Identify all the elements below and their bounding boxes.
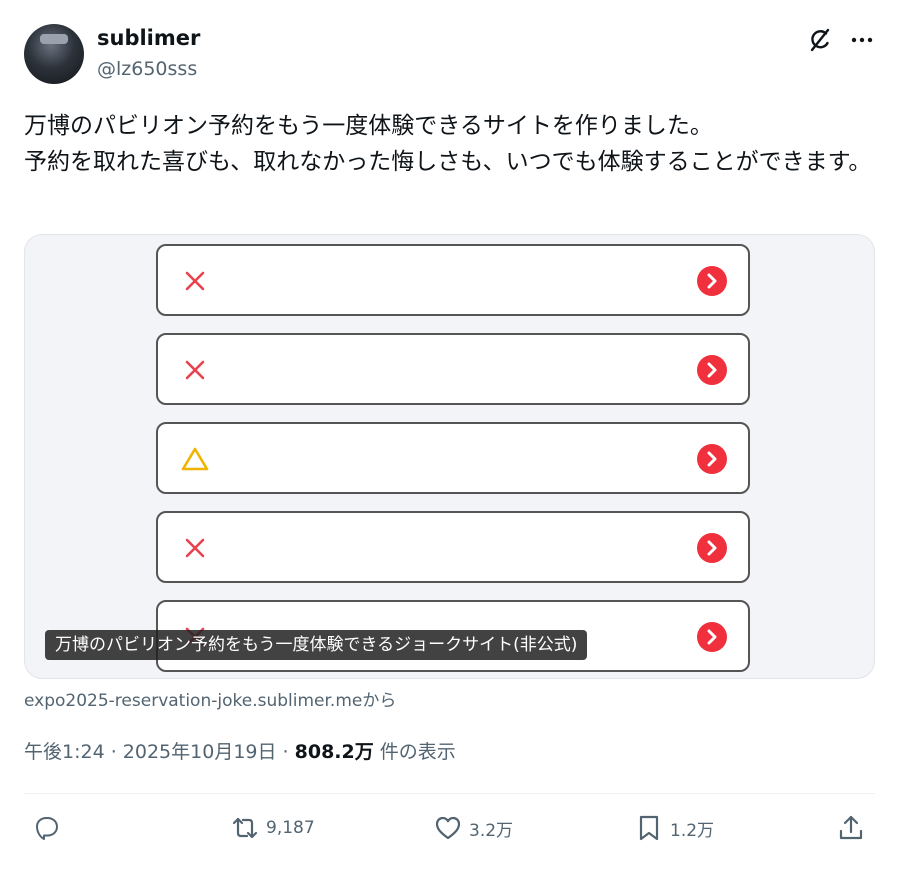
reservation-row bbox=[156, 244, 750, 316]
like-count: 3.2万 bbox=[469, 820, 514, 841]
cross-icon bbox=[185, 271, 205, 291]
more-options-icon[interactable] bbox=[848, 26, 876, 54]
reservation-row bbox=[156, 422, 750, 494]
cross-icon bbox=[185, 360, 205, 380]
heart-icon bbox=[435, 816, 461, 840]
bookmark-button[interactable]: 1.2万 bbox=[634, 810, 714, 846]
card-source-link[interactable]: expo2025-reservation-joke.sublimer.meから bbox=[24, 686, 396, 711]
grok-icon[interactable] bbox=[806, 26, 834, 54]
chevron-right-circle-icon bbox=[697, 622, 727, 652]
share-button[interactable] bbox=[836, 810, 866, 846]
view-count-suffix: 件の表示 bbox=[373, 741, 456, 763]
avatar[interactable] bbox=[24, 24, 84, 84]
bookmark-count: 1.2万 bbox=[670, 820, 715, 841]
retweet-button[interactable]: 9,187 bbox=[230, 810, 315, 846]
reply-button[interactable] bbox=[32, 810, 62, 846]
triangle-icon bbox=[181, 447, 209, 471]
link-card[interactable]: 万博のパビリオン予約をもう一度体験できるジョークサイト(非公式) bbox=[24, 234, 875, 679]
retweet-count: 9,187 bbox=[266, 818, 315, 838]
author-handle[interactable]: @lz650sss bbox=[97, 58, 197, 80]
cross-icon bbox=[185, 538, 205, 558]
chevron-right-circle-icon bbox=[697, 266, 727, 296]
chevron-right-circle-icon bbox=[697, 533, 727, 563]
retweet-icon bbox=[232, 817, 258, 839]
bookmark-icon bbox=[639, 815, 659, 841]
view-count: 808.2万 bbox=[294, 741, 374, 763]
reservation-row bbox=[156, 511, 750, 583]
tweet-meta: 午後1:24 · 2025年10月19日 · 808.2万 件の表示 bbox=[24, 737, 456, 764]
share-icon bbox=[839, 815, 863, 840]
like-button[interactable]: 3.2万 bbox=[433, 810, 513, 846]
divider bbox=[24, 793, 875, 794]
chevron-right-circle-icon bbox=[697, 444, 727, 474]
chevron-right-circle-icon bbox=[697, 355, 727, 385]
reply-icon bbox=[36, 817, 58, 840]
author-name[interactable]: sublimer bbox=[97, 26, 200, 50]
timestamp[interactable]: 午後1:24 · 2025年10月19日 · bbox=[24, 741, 295, 763]
card-caption: 万博のパビリオン予約をもう一度体験できるジョークサイト(非公式) bbox=[45, 630, 588, 660]
reservation-row bbox=[156, 333, 750, 405]
tweet-text: 万博のパビリオン予約をもう一度体験できるサイトを作りました。 予約を取れた喜びも… bbox=[24, 113, 872, 175]
